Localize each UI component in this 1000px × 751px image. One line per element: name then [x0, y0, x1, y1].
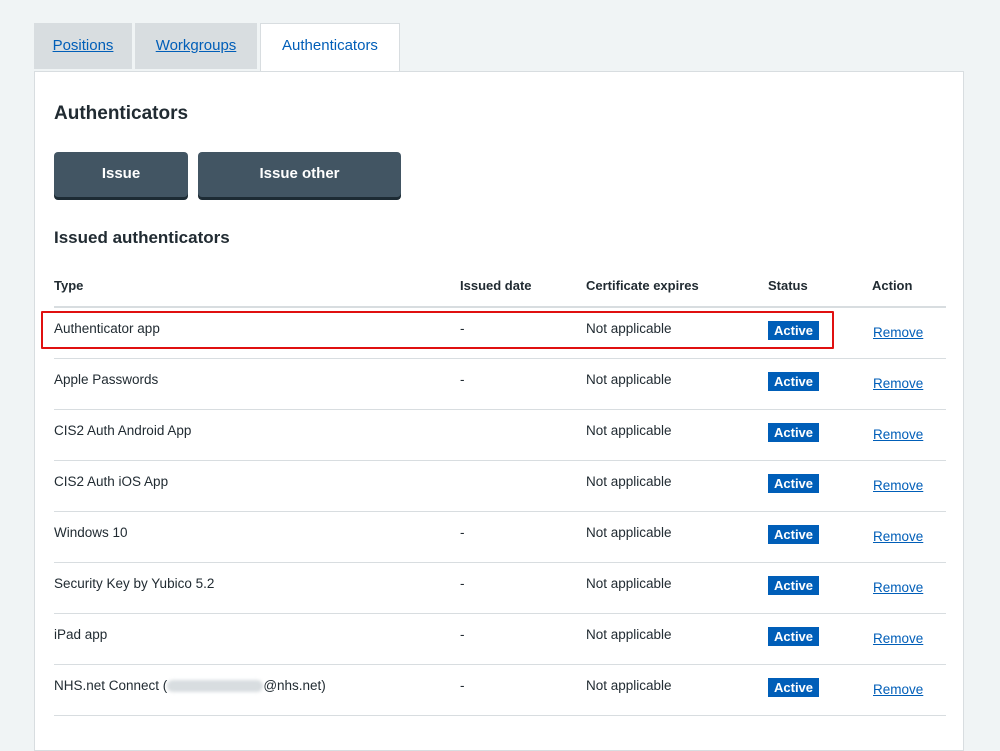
cell-status: Active: [768, 358, 872, 410]
column-header-issued-date: Issued date: [460, 265, 586, 308]
column-header-certificate-expires: Certificate expires: [586, 265, 768, 308]
cell-type: CIS2 Auth Android App: [54, 409, 460, 461]
cell-type: Security Key by Yubico 5.2: [54, 562, 460, 614]
table-header-row: Type Issued date Certificate expires Sta…: [54, 265, 946, 308]
table-row: CIS2 Auth Android App Not applicable Act…: [54, 409, 946, 461]
cell-certificate-expires: Not applicable: [586, 613, 768, 665]
table-row: NHS.net Connect ( @nhs.net) - Not applica…: [54, 664, 946, 716]
cell-action: Remove: [872, 511, 946, 563]
remove-link[interactable]: Remove: [873, 682, 923, 697]
column-header-type: Type: [54, 265, 460, 308]
cell-certificate-expires: Not applicable: [586, 460, 768, 512]
highlight-box: [41, 311, 834, 349]
redacted-email-blur: [167, 679, 264, 692]
status-badge: Active: [768, 422, 820, 442]
cell-status: Active: [768, 562, 872, 614]
cell-type: CIS2 Auth iOS App: [54, 460, 460, 512]
status-badge: Active: [768, 626, 820, 646]
cell-issued-date: -: [460, 562, 586, 614]
table-row: Windows 10 - Not applicable Active Remov…: [54, 511, 946, 563]
status-badge: Active: [768, 473, 820, 493]
remove-link[interactable]: Remove: [873, 325, 923, 340]
column-header-action: Action: [872, 265, 946, 308]
cell-status: Active: [768, 613, 872, 665]
cell-action: Remove: [872, 460, 946, 512]
cell-action: Remove: [872, 613, 946, 665]
issue-smartcard-button[interactable]: Issue smartcard: [54, 152, 188, 226]
cell-certificate-expires: Not applicable: [586, 511, 768, 563]
cell-type: Windows 10: [54, 511, 460, 563]
cell-issued-date: -: [460, 613, 586, 665]
cell-action: Remove: [872, 562, 946, 614]
cell-action: Remove: [872, 409, 946, 461]
cell-certificate-expires: Not applicable: [586, 409, 768, 461]
cell-status: Active: [768, 511, 872, 563]
status-badge: Active: [768, 575, 820, 595]
section-title: Issued authenticators: [54, 228, 230, 247]
type-prefix: NHS.net Connect (: [54, 677, 168, 693]
cell-issued-date: -: [460, 511, 586, 563]
column-header-status: Status: [768, 265, 872, 308]
authenticators-panel: Authenticators Issue smartcard Issue oth…: [34, 71, 964, 751]
cell-type: iPad app: [54, 613, 460, 665]
cell-status: Active: [768, 664, 872, 716]
cell-certificate-expires: Not applicable: [586, 562, 768, 614]
cell-action: Remove: [872, 358, 946, 410]
cell-status: Active: [768, 460, 872, 512]
status-badge: Active: [768, 677, 820, 697]
page-title: Authenticators: [54, 103, 189, 124]
table-row: CIS2 Auth iOS App Not applicable Active …: [54, 460, 946, 512]
tab-workgroups[interactable]: Workgroups: [135, 23, 257, 69]
remove-link[interactable]: Remove: [873, 478, 923, 493]
remove-link[interactable]: Remove: [873, 376, 923, 391]
cell-certificate-expires: Not applicable: [586, 664, 768, 716]
remove-link[interactable]: Remove: [873, 427, 923, 442]
table-row: Security Key by Yubico 5.2 - Not applica…: [54, 562, 946, 614]
cell-type: Apple Passwords: [54, 358, 460, 410]
remove-link[interactable]: Remove: [873, 580, 923, 595]
cell-action: Remove: [872, 664, 946, 716]
cell-issued-date: -: [460, 664, 586, 716]
type-suffix: @nhs.net): [263, 677, 326, 693]
remove-link[interactable]: Remove: [873, 631, 923, 646]
issue-other-authenticator-button[interactable]: Issue other authenticator: [198, 152, 401, 226]
cell-issued-date: -: [460, 358, 586, 410]
cell-type: NHS.net Connect ( @nhs.net): [54, 664, 460, 716]
status-badge: Active: [768, 371, 820, 391]
remove-link[interactable]: Remove: [873, 529, 923, 544]
tab-positions[interactable]: Positions: [34, 23, 132, 69]
cell-action: Remove: [872, 307, 946, 359]
cell-issued-date: [460, 409, 586, 461]
cell-status: Active: [768, 409, 872, 461]
table-row: iPad app - Not applicable Active Remove: [54, 613, 946, 665]
cell-certificate-expires: Not applicable: [586, 358, 768, 410]
status-badge: Active: [768, 524, 820, 544]
table-row: Apple Passwords - Not applicable Active …: [54, 358, 946, 410]
tab-authenticators[interactable]: Authenticators: [260, 23, 400, 72]
cell-issued-date: [460, 460, 586, 512]
